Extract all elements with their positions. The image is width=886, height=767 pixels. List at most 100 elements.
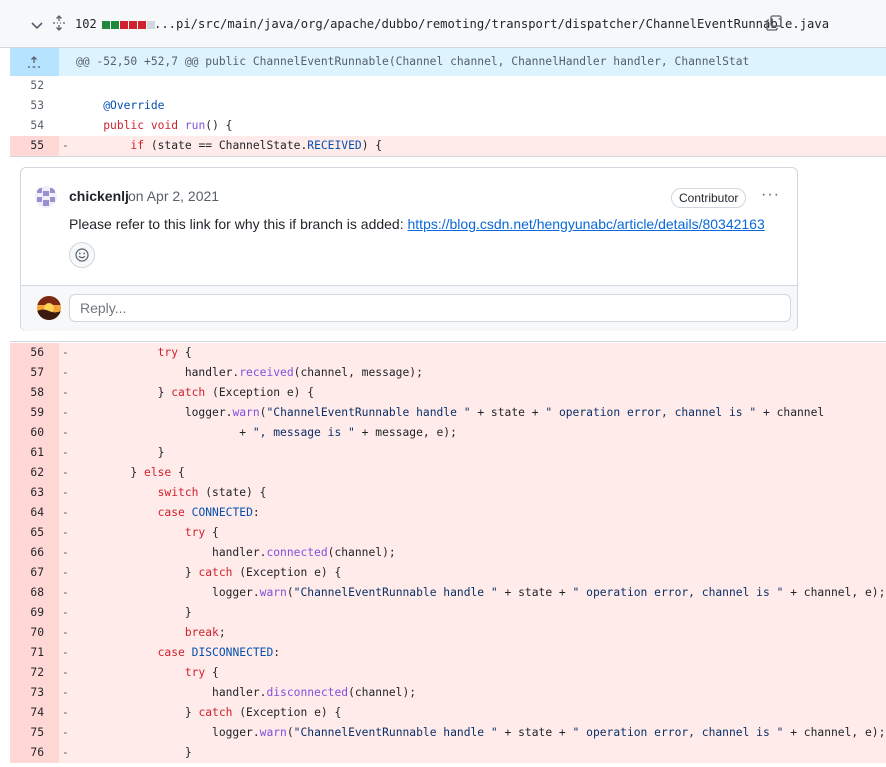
- diff-marker: -: [62, 426, 69, 439]
- code-token: (channel);: [327, 546, 396, 559]
- code-text: logger.warn("ChannelEventRunnable handle…: [76, 723, 885, 743]
- diff-line: 74- } catch (Exception e) {: [10, 703, 886, 723]
- diff-line: 57- handler.received(channel, message);: [10, 363, 886, 383]
- diff-line: 76- }: [10, 743, 886, 763]
- line-number[interactable]: 71: [10, 643, 59, 663]
- diff-line: 68- logger.warn("ChannelEventRunnable ha…: [10, 583, 886, 603]
- code-text: handler.disconnected(channel);: [76, 683, 416, 703]
- line-number[interactable]: 61: [10, 443, 59, 463]
- line-number[interactable]: 59: [10, 403, 59, 423]
- code-token: disconnected: [266, 686, 349, 699]
- file-path[interactable]: ...pi/src/main/java/org/apache/dubbo/rem…: [154, 17, 829, 31]
- avatar[interactable]: [35, 186, 57, 208]
- line-number[interactable]: 57: [10, 363, 59, 383]
- code-token: "ChannelEventRunnable handle ": [293, 726, 498, 739]
- code-text: } else {: [76, 463, 185, 483]
- diff-marker: -: [62, 486, 69, 499]
- code-token: (state == ChannelState.: [144, 139, 308, 152]
- code-token: handler.: [76, 686, 267, 699]
- code-token: }: [76, 386, 172, 399]
- comment-date[interactable]: on Apr 2, 2021: [128, 188, 219, 204]
- copy-icon[interactable]: [766, 15, 782, 36]
- chevron-down-icon[interactable]: [31, 18, 43, 36]
- comment-link[interactable]: https://blog.csdn.net/hengyunabc/article…: [408, 216, 765, 232]
- code-token: }: [76, 706, 199, 719]
- code-token: ", message is ": [252, 426, 355, 439]
- line-number[interactable]: 53: [10, 96, 59, 116]
- line-number[interactable]: 68: [10, 583, 59, 603]
- diffstat-square: [129, 21, 137, 29]
- diff-line: 60- + ", message is " + message, e);: [10, 423, 886, 443]
- line-number[interactable]: 63: [10, 483, 59, 503]
- diff-line: 65- try {: [10, 523, 886, 543]
- hunk-header-text: @@ -52,50 +52,7 @@ public ChannelEventRu…: [76, 55, 750, 68]
- more-options-icon[interactable]: ···: [761, 186, 780, 204]
- diffstat-square: [120, 21, 128, 29]
- line-number[interactable]: 66: [10, 543, 59, 563]
- line-number[interactable]: 69: [10, 603, 59, 623]
- line-number[interactable]: 74: [10, 703, 59, 723]
- line-number[interactable]: 72: [10, 663, 59, 683]
- diff-line: 66- handler.connected(channel);: [10, 543, 886, 563]
- diffstat-square: [111, 21, 119, 29]
- diff-line: 73- handler.disconnected(channel);: [10, 683, 886, 703]
- diffstat-square: [138, 21, 146, 29]
- code-token: {: [171, 466, 185, 479]
- code-token: case: [157, 646, 185, 659]
- line-number[interactable]: 75: [10, 723, 59, 743]
- diff-line: 55- if (state == ChannelState.RECEIVED) …: [10, 136, 886, 156]
- code-token: ;: [218, 626, 226, 639]
- code-token: catch: [198, 706, 233, 719]
- code-text: } catch (Exception e) {: [76, 703, 341, 723]
- code-text: try {: [76, 523, 219, 543]
- code-text: } catch (Exception e) {: [76, 563, 341, 583]
- comment-author[interactable]: chickenlj: [69, 188, 129, 204]
- hunk-header: @@ -52,50 +52,7 @@ public ChannelEventRu…: [10, 48, 886, 76]
- line-number[interactable]: 70: [10, 623, 59, 643]
- line-number[interactable]: 52: [10, 76, 59, 96]
- line-number[interactable]: 65: [10, 523, 59, 543]
- line-number[interactable]: 58: [10, 383, 59, 403]
- line-number[interactable]: 55: [10, 136, 59, 156]
- diff-line: 53 @Override: [10, 96, 886, 116]
- code-token: + channel: [756, 406, 825, 419]
- code-token: + state +: [470, 406, 546, 419]
- code-token: "ChannelEventRunnable handle ": [266, 406, 471, 419]
- comment-text-body: Please refer to this link for why this i…: [69, 216, 408, 232]
- line-number[interactable]: 73: [10, 683, 59, 703]
- line-number[interactable]: 60: [10, 423, 59, 443]
- line-number[interactable]: 62: [10, 463, 59, 483]
- line-number[interactable]: 54: [10, 116, 59, 136]
- code-text: case CONNECTED:: [76, 503, 260, 523]
- line-number[interactable]: 56: [10, 343, 59, 363]
- line-number[interactable]: 67: [10, 563, 59, 583]
- code-text: + ", message is " + message, e);: [76, 423, 457, 443]
- file-header: 102 ...pi/src/main/java/org/apache/dubbo…: [0, 0, 886, 48]
- code-token: warn: [232, 406, 260, 419]
- expand-all-icon[interactable]: [52, 15, 66, 36]
- code-text: case DISCONNECTED:: [76, 643, 280, 663]
- diff-line: 64- case CONNECTED:: [10, 503, 886, 523]
- code-token: () {: [205, 119, 233, 132]
- comment: chickenlj on Apr 2, 2021 Contributor ···…: [21, 168, 797, 285]
- code-token: else: [144, 466, 172, 479]
- code-token: {: [178, 346, 192, 359]
- code-token: warn: [259, 586, 287, 599]
- code-token: " operation error, channel is ": [545, 406, 757, 419]
- add-reaction-button[interactable]: [69, 242, 95, 268]
- code-text: switch (state) {: [76, 483, 267, 503]
- reply-input[interactable]: [69, 294, 791, 322]
- code-token: " operation error, channel is ": [572, 726, 784, 739]
- code-token: + state +: [497, 586, 573, 599]
- expand-up-button[interactable]: [10, 48, 59, 76]
- current-user-avatar[interactable]: [37, 296, 61, 320]
- line-number[interactable]: 64: [10, 503, 59, 523]
- diff-marker: -: [62, 586, 69, 599]
- line-number[interactable]: 76: [10, 743, 59, 763]
